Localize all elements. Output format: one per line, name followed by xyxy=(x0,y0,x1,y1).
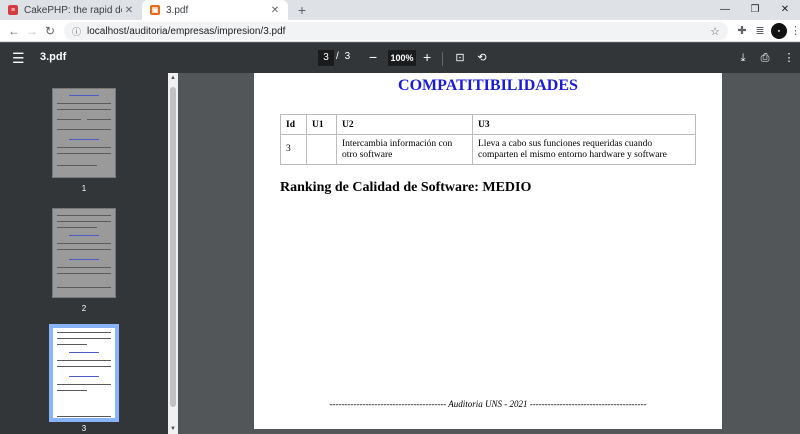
total-pages: 3 xyxy=(344,51,351,62)
window-close-button[interactable]: ✕ xyxy=(770,0,800,20)
toolbar-divider xyxy=(442,52,443,66)
cell-id: 3 xyxy=(280,134,307,165)
pdf-toolbar: ☰ 3.pdf 3 / 3 − 100% + ⊡ ⟲ ⤓ ⎙ ⋮ xyxy=(0,43,800,73)
bookmark-star-icon[interactable]: ☆ xyxy=(710,25,720,38)
close-icon[interactable]: ✕ xyxy=(268,5,282,16)
zoom-level-input[interactable]: 100% xyxy=(388,50,416,66)
page-footer: --------------------------------------- … xyxy=(329,399,647,409)
zoom-out-button[interactable]: − xyxy=(369,49,377,65)
more-options-icon[interactable]: ⋮ xyxy=(781,50,797,66)
tab-strip: ≡ CakePHP: the rapid development ✕ ▣ 3.p… xyxy=(0,0,800,20)
pdf-icon: ▣ xyxy=(150,5,160,15)
url-text: localhost/auditoria/empresas/impresion/3… xyxy=(87,25,286,37)
address-bar[interactable]: ⓘ localhost/auditoria/empresas/impresion… xyxy=(64,22,728,40)
tab-pdf[interactable]: ▣ 3.pdf ✕ xyxy=(142,0,288,20)
forward-button[interactable]: → xyxy=(24,23,40,39)
scroll-up-icon[interactable]: ▲ xyxy=(168,73,178,83)
extensions-icon[interactable]: ✚ xyxy=(734,23,750,39)
maximize-button[interactable]: ❐ xyxy=(740,0,770,20)
back-button[interactable]: ← xyxy=(6,23,22,39)
browser-menu-icon[interactable]: ⋮ xyxy=(790,23,800,39)
cell-u2: Intercambia información con otro softwar… xyxy=(336,134,473,165)
page-number-input[interactable]: 3 xyxy=(318,50,334,66)
column-header-u1: U1 xyxy=(306,114,337,135)
compatibility-table: Id U1 U2 U3 3 Intercambia información co… xyxy=(280,114,696,165)
thumbnail-page-3[interactable] xyxy=(49,324,119,422)
browser-toolbar: ← → ↻ ⓘ localhost/auditoria/empresas/imp… xyxy=(0,20,800,42)
avatar[interactable]: ● xyxy=(771,23,787,39)
thumbnail-sidebar: 1 2 3 xyxy=(0,73,168,434)
table-row: 3 Intercambia información con otro softw… xyxy=(280,134,696,165)
scrollbar-thumb[interactable] xyxy=(170,87,176,407)
document-name: 3.pdf xyxy=(40,51,67,63)
thumbnail-label: 1 xyxy=(81,184,87,193)
page-count: / 3 xyxy=(336,51,350,62)
thumbnail-label: 2 xyxy=(81,304,87,313)
column-header-u2: U2 xyxy=(336,114,473,135)
tab-cakephp[interactable]: ≡ CakePHP: the rapid development ✕ xyxy=(0,0,142,20)
download-icon[interactable]: ⤓ xyxy=(735,50,751,66)
thumbnail-page-1[interactable] xyxy=(52,88,116,178)
close-icon[interactable]: ✕ xyxy=(122,5,136,16)
pdf-page: COMPATITIBILIDADES Id U1 U2 U3 3 Interca… xyxy=(254,73,722,429)
hamburger-menu-icon[interactable]: ☰ xyxy=(12,50,25,66)
thumbnail-label: 3 xyxy=(81,424,87,433)
column-header-u3: U3 xyxy=(472,114,696,135)
table-header-row: Id U1 U2 U3 xyxy=(280,114,696,135)
column-header-id: Id xyxy=(280,114,307,135)
document-heading: COMPATITIBILIDADES xyxy=(398,77,578,94)
fit-to-page-icon[interactable]: ⊡ xyxy=(452,50,468,66)
media-control-icon[interactable]: ≣ xyxy=(752,23,768,39)
quality-ranking: Ranking de Calidad de Software: MEDIO xyxy=(280,180,532,195)
minimize-button[interactable]: — xyxy=(710,0,740,20)
scroll-down-icon[interactable]: ▼ xyxy=(168,424,178,434)
info-icon[interactable]: ⓘ xyxy=(72,25,81,38)
new-tab-button[interactable]: + xyxy=(294,2,310,18)
tab-title: 3.pdf xyxy=(166,4,189,16)
zoom-in-button[interactable]: + xyxy=(423,49,431,65)
print-icon[interactable]: ⎙ xyxy=(757,50,773,66)
thumbnail-page-2[interactable] xyxy=(52,208,116,298)
rotate-icon[interactable]: ⟲ xyxy=(474,50,490,66)
page-separator: / xyxy=(336,51,339,62)
cakephp-icon: ≡ xyxy=(8,5,18,15)
cell-u1 xyxy=(306,134,337,165)
cell-u3: Lleva a cabo sus funciones requeridas cu… xyxy=(472,134,696,165)
sidebar-scrollbar[interactable]: ▲ ▼ xyxy=(168,73,178,434)
tab-title: CakePHP: the rapid development xyxy=(24,4,122,16)
reload-button[interactable]: ↻ xyxy=(42,23,58,39)
document-viewport[interactable]: COMPATITIBILIDADES Id U1 U2 U3 3 Interca… xyxy=(178,73,800,434)
